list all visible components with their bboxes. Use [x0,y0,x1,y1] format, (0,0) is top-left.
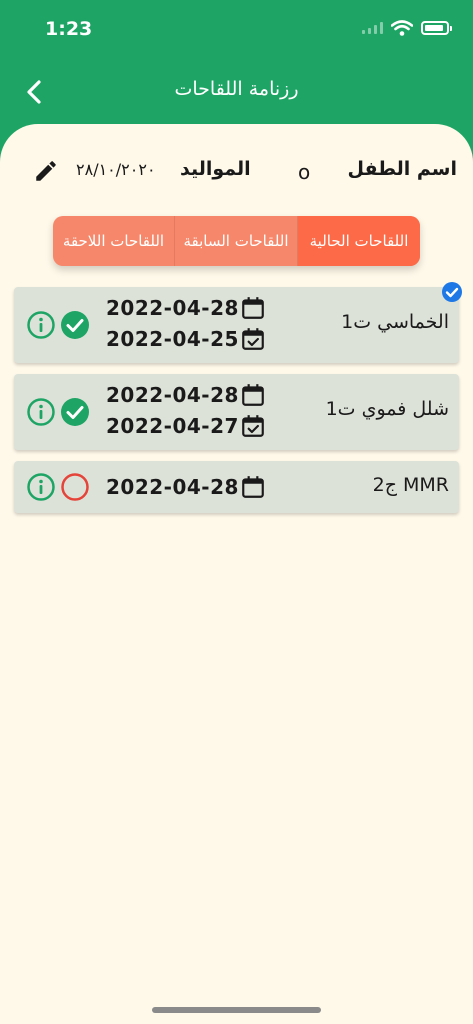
page-title: رزنامة اللقاحات [174,78,299,100]
tab-current-vaccines[interactable]: اللقاحات الحالية [298,216,420,266]
main-content: اسم الطفل o المواليد ٢٨/١٠/٢٠٢٠ اللقاحات… [0,124,473,1024]
pending-circle-icon [61,473,89,501]
status-time: 1:23 [45,18,93,40]
edit-button[interactable] [33,158,59,184]
vaccine-card: شلل فموي ت1 2022-04-28 2022-04-27 [14,374,459,450]
battery-icon [421,21,452,35]
tab-upcoming-vaccines[interactable]: اللقاحات اللاحقة [53,216,174,266]
pencil-icon [36,161,56,181]
status-bar: 1:23 [0,0,473,60]
vaccine-name: MMR ج2 [372,474,449,496]
tab-previous-vaccines[interactable]: اللقاحات السابقة [174,216,298,266]
calendar-icon [242,476,264,498]
vaccine-card: الخماسي ت1 2022-04-28 2022-04-25 [14,282,462,363]
cellular-signal-icon [362,22,383,34]
due-date: 2022-04-28 [106,475,239,499]
info-icon[interactable] [26,397,56,427]
check-badge-icon [442,282,462,302]
child-name-label: اسم الطفل [347,158,457,180]
vaccine-name: الخماسي ت1 [341,311,449,333]
birth-date-label: المواليد [180,158,251,180]
vaccine-card: MMR ج2 2022-04-28 [14,461,459,513]
vaccine-tabs: اللقاحات اللاحقة اللقاحات السابقة اللقاح… [53,216,420,266]
check-circle-icon [61,311,89,339]
child-name-value: o [298,160,311,184]
vaccine-name: شلل فموي ت1 [325,398,449,420]
due-date-line: 2022-04-28 [106,383,266,407]
given-date-line: 2022-04-25 [106,327,266,351]
given-date-line: 2022-04-27 [106,414,266,438]
home-indicator[interactable] [152,1007,321,1013]
given-date: 2022-04-25 [106,327,239,351]
calendar-check-icon [242,328,264,350]
due-date: 2022-04-28 [106,383,239,407]
status-icons [362,20,452,36]
info-icon[interactable] [26,472,56,502]
calendar-icon [242,384,264,406]
due-date: 2022-04-28 [106,296,239,320]
calendar-icon [242,297,264,319]
wifi-icon [391,20,413,36]
child-info-row: اسم الطفل o المواليد ٢٨/١٠/٢٠٢٠ [0,154,473,190]
given-date: 2022-04-27 [106,414,239,438]
check-circle-icon [61,398,89,426]
birth-date-value: ٢٨/١٠/٢٠٢٠ [76,160,156,179]
app-bar: رزنامة اللقاحات [0,62,473,122]
due-date-line: 2022-04-28 [106,296,266,320]
due-date-line: 2022-04-28 [106,475,266,499]
info-icon[interactable] [26,310,56,340]
calendar-check-icon [242,415,264,437]
